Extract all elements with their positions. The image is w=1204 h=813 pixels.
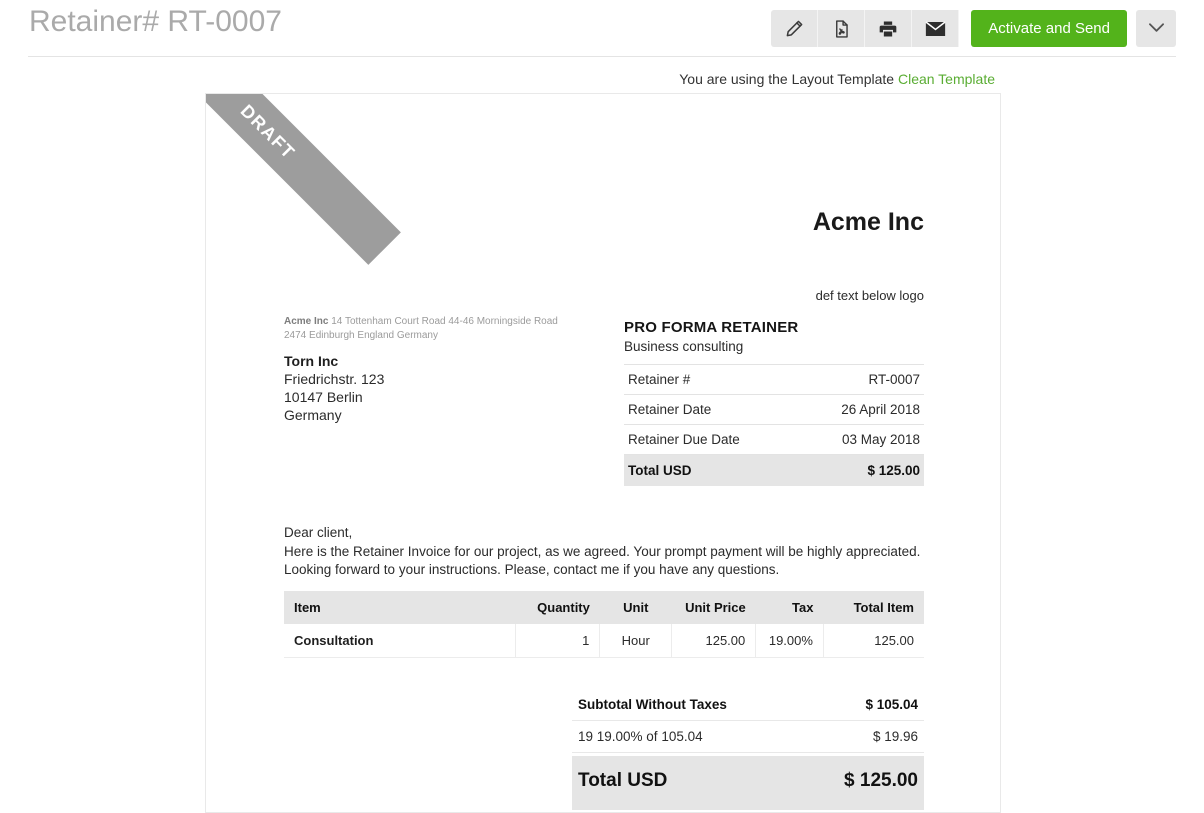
meta-total-value: $ 125.00 bbox=[867, 463, 920, 478]
sender-name: Acme Inc bbox=[284, 316, 329, 327]
message-line-2: Looking forward to your instructions. Pl… bbox=[284, 562, 780, 577]
layout-template-link[interactable]: Clean Template bbox=[898, 71, 995, 87]
recipient-city: 10147 Berlin bbox=[284, 389, 363, 405]
message-block: Dear client, Here is the Retainer Invoic… bbox=[284, 524, 924, 580]
header-divider bbox=[28, 56, 1176, 57]
column-header-unit-price: Unit Price bbox=[671, 591, 756, 624]
recipient-name: Torn Inc bbox=[284, 353, 339, 369]
subtotal-row: Subtotal Without Taxes $ 105.04 bbox=[572, 689, 924, 721]
meta-value: RT-0007 bbox=[868, 372, 920, 387]
draft-ribbon-label: DRAFT bbox=[236, 100, 300, 163]
address-block: Acme Inc 14 Tottenham Court Road 44-46 M… bbox=[284, 315, 559, 424]
page-title: Retainer# RT-0007 bbox=[29, 5, 282, 38]
layout-template-notice: You are using the Layout Template Clean … bbox=[679, 71, 995, 87]
tax-value: $ 19.96 bbox=[872, 729, 918, 744]
send-email-button[interactable] bbox=[912, 10, 960, 47]
document-type-title: PRO FORMA RETAINER bbox=[624, 319, 799, 336]
pdf-icon bbox=[832, 19, 851, 39]
column-header-item: Item bbox=[284, 591, 516, 624]
draft-ribbon: DRAFT bbox=[206, 94, 401, 265]
app-header: Retainer# RT-0007 Activate and Send bbox=[0, 0, 1204, 57]
meta-total-label: Total USD bbox=[628, 463, 692, 478]
column-header-tax: Tax bbox=[755, 591, 824, 624]
column-header-unit: Unit bbox=[599, 591, 672, 624]
grand-total-label: Total USD bbox=[578, 770, 668, 791]
activate-and-send-button[interactable]: Activate and Send bbox=[971, 10, 1127, 47]
meta-label: Retainer # bbox=[628, 372, 691, 387]
sender-address: Acme Inc 14 Tottenham Court Road 44-46 M… bbox=[284, 315, 559, 343]
pencil-icon bbox=[785, 19, 804, 38]
edit-button[interactable] bbox=[771, 10, 819, 47]
subtotal-label: Subtotal Without Taxes bbox=[578, 697, 727, 712]
meta-label: Retainer Due Date bbox=[628, 432, 740, 447]
tax-row: 19 19.00% of 105.04 $ 19.96 bbox=[572, 721, 924, 753]
table-row: Consultation 1 Hour 125.00 19.00% 125.00 bbox=[284, 624, 924, 658]
totals-block: Subtotal Without Taxes $ 105.04 19 19.00… bbox=[572, 689, 924, 810]
meta-row: Retainer # RT-0007 bbox=[624, 364, 924, 394]
grand-total-value: $ 125.00 bbox=[844, 770, 918, 791]
meta-row: Retainer Due Date 03 May 2018 bbox=[624, 424, 924, 454]
tax-label: 19 19.00% of 105.04 bbox=[578, 729, 703, 744]
meta-total-row: Total USD $ 125.00 bbox=[624, 454, 924, 486]
recipient-country: Germany bbox=[284, 407, 342, 423]
download-pdf-button[interactable] bbox=[818, 10, 866, 47]
document-subject: Business consulting bbox=[624, 339, 744, 354]
logo-subtext: def text below logo bbox=[815, 288, 924, 303]
line-items-table: Item Quantity Unit Unit Price Tax Total … bbox=[284, 591, 924, 658]
print-button[interactable] bbox=[865, 10, 913, 47]
printer-icon bbox=[878, 19, 898, 39]
more-actions-button[interactable] bbox=[1136, 10, 1176, 47]
subtotal-value: $ 105.04 bbox=[865, 697, 918, 712]
company-logo-text: Acme Inc bbox=[812, 208, 924, 236]
document-preview: DRAFT Acme Inc def text below logo Acme … bbox=[205, 93, 1001, 813]
meta-value: 26 April 2018 bbox=[841, 402, 920, 417]
recipient-street: Friedrichstr. 123 bbox=[284, 371, 385, 387]
meta-label: Retainer Date bbox=[628, 402, 712, 417]
cell-tax: 19.00% bbox=[755, 624, 824, 658]
cell-unit: Hour bbox=[599, 624, 672, 658]
document-toolbar: Activate and Send bbox=[771, 10, 1176, 47]
chevron-down-icon bbox=[1148, 21, 1164, 36]
table-header-row: Item Quantity Unit Unit Price Tax Total … bbox=[284, 591, 924, 624]
message-greeting: Dear client, bbox=[284, 525, 353, 540]
column-header-total-item: Total Item bbox=[823, 591, 924, 624]
retainer-meta-block: PRO FORMA RETAINER Business consulting R… bbox=[624, 319, 924, 486]
meta-value: 03 May 2018 bbox=[841, 432, 920, 447]
cell-unit-price: 125.00 bbox=[671, 624, 756, 658]
cell-quantity: 1 bbox=[515, 624, 600, 658]
cell-item: Consultation bbox=[284, 624, 516, 658]
meta-row: Retainer Date 26 April 2018 bbox=[624, 394, 924, 424]
cell-total-item: 125.00 bbox=[822, 624, 924, 658]
layout-template-text: You are using the Layout Template bbox=[679, 71, 895, 87]
grand-total-row: Total USD $ 125.00 bbox=[572, 756, 924, 810]
message-line-1: Here is the Retainer Invoice for our pro… bbox=[284, 543, 921, 559]
envelope-icon bbox=[925, 20, 946, 37]
column-header-quantity: Quantity bbox=[515, 591, 600, 624]
